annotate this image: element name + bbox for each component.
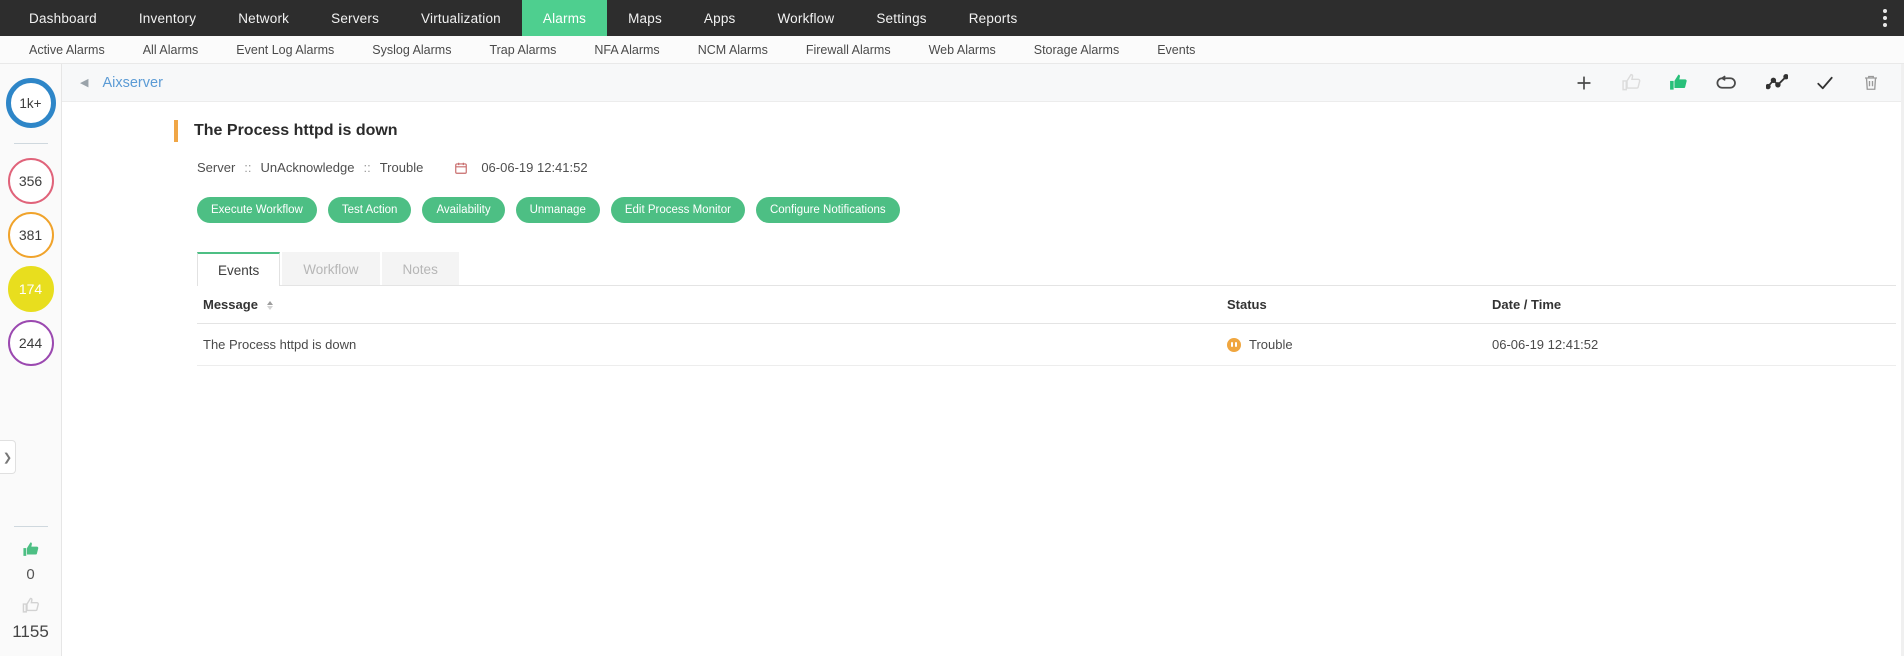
main-navigation-bar: Dashboard Inventory Network Servers Virtuali… [0,0,1904,36]
kebab-menu-icon[interactable] [1875,0,1895,36]
nav-item-maps[interactable]: Maps [607,0,683,36]
nav-item-inventory[interactable]: Inventory [118,0,217,36]
column-header-datetime[interactable]: Date / Time [1492,285,1896,324]
cell-status: Trouble [1227,323,1492,366]
subnav-item-events[interactable]: Events [1138,43,1214,57]
tab-notes[interactable]: Notes [381,252,459,285]
nav-item-network[interactable]: Network [217,0,310,36]
action-button-configure-notifications[interactable]: Configure Notifications [755,197,900,223]
action-button-edit-process-monitor[interactable]: Edit Process Monitor [610,197,745,223]
subnav-item-web-alarms[interactable]: Web Alarms [910,43,1015,57]
subnav-item-nfa-alarms[interactable]: NFA Alarms [575,43,678,57]
cell-message: The Process httpd is down [197,323,1227,366]
alarm-ack-state: UnAcknowledge [260,160,355,175]
sort-indicator-icon[interactable] [266,301,273,311]
check-icon[interactable] [1815,74,1835,92]
add-icon[interactable] [1574,73,1594,93]
subnav-item-syslog-alarms[interactable]: Syslog Alarms [353,43,470,57]
thumbs-up-outline-icon [21,597,40,619]
subnav-item-firewall-alarms[interactable]: Firewall Alarms [787,43,910,57]
line-chart-icon[interactable] [1766,73,1788,92]
breadcrumb-toolbar: ◀ Aixserver [62,64,1904,102]
severity-badge-2[interactable]: 381 [7,212,54,258]
application-root: Dashboard Inventory Network Servers Virtuali… [0,0,1904,656]
link-loop-icon[interactable] [1715,74,1739,92]
thumbs-up-icon [21,541,40,563]
detail-tab-strip: Events Workflow Notes [197,251,1904,286]
subnav-item-all-alarms[interactable]: All Alarms [124,43,218,57]
nav-item-workflow[interactable]: Workflow [756,0,855,36]
events-table-head: Message Status Date / Time [197,285,1896,324]
kebab-dot [1883,16,1887,20]
calendar-icon [454,161,468,175]
trouble-icon [1227,337,1241,352]
subnav-item-ncm-alarms[interactable]: NCM Alarms [679,43,787,57]
severity-badge-0[interactable]: 1k+ [5,78,56,128]
kebab-dot [1883,23,1887,27]
action-button-execute-workflow[interactable]: Execute Workflow [197,197,317,223]
sort-desc-arrow [266,306,273,311]
nav-item-servers[interactable]: Servers [310,0,400,36]
subnav-item-trap-alarms[interactable]: Trap Alarms [470,43,575,57]
severity-summary-rail: 1k+ 356 381 174 244 0 1155 [0,64,62,656]
events-table-wrapper: Message Status Date / Time The Process h… [197,285,1896,366]
tab-events[interactable]: Events [197,252,281,286]
nav-item-dashboard[interactable]: Dashboard [8,0,118,36]
rail-divider-bottom [13,526,48,527]
alarm-summary-panel: The Process httpd is down Server :: UnAc… [62,102,1904,366]
chevron-left-icon[interactable]: ◀ [80,76,88,89]
column-header-message[interactable]: Message [197,285,1227,324]
thumbs-up-outline-icon[interactable] [1621,73,1641,92]
unacknowledged-count-value: 1155 [12,622,49,641]
events-table-body: The Process httpd is down Trouble 06-06-19… [197,323,1896,366]
alarm-action-buttons: Execute Workflow Test Action Availability U… [197,197,1904,223]
severity-badge-1[interactable]: 356 [7,158,54,204]
alarms-subnavigation-bar: Active Alarms All Alarms Event Log Alarms S… [0,36,1904,64]
nav-item-apps[interactable]: Apps [683,0,757,36]
tab-workflow[interactable]: Workflow [282,252,380,285]
subnav-item-active-alarms[interactable]: Active Alarms [10,43,124,57]
alarm-category: Server [197,160,236,175]
alarm-severity: Trouble [379,160,424,175]
table-header-row: Message Status Date / Time [197,285,1896,324]
nav-item-virtualization[interactable]: Virtualization [400,0,522,36]
nav-item-settings[interactable]: Settings [855,0,947,36]
acknowledged-count-value: 0 [26,566,35,583]
nav-item-alarms[interactable]: Alarms [521,0,608,36]
chevron-right-icon[interactable]: ❯ [0,440,16,474]
meta-separator: :: [363,160,371,175]
events-table: Message Status Date / Time The Process h… [197,285,1896,366]
action-button-availability[interactable]: Availability [422,197,505,223]
table-row[interactable]: The Process httpd is down Trouble 06-06-19… [197,323,1896,366]
status-label: Trouble [1249,337,1293,352]
thumbs-up-filled-icon[interactable] [1668,73,1688,92]
unacknowledged-count-stat[interactable]: 1155 [12,597,49,642]
severity-badge-4[interactable]: 244 [7,320,54,366]
breadcrumb-device-name[interactable]: Aixserver [102,75,162,91]
subnav-item-storage-alarms[interactable]: Storage Alarms [1015,43,1138,57]
subnav-item-event-log-alarms[interactable]: Event Log Alarms [217,43,353,57]
action-button-unmanage[interactable]: Unmanage [515,197,600,223]
kebab-dot [1883,9,1887,13]
sort-asc-arrow [266,301,273,306]
rail-divider-top [13,143,48,144]
meta-separator: :: [244,160,252,175]
column-header-message-label: Message [203,297,258,312]
nav-item-reports[interactable]: Reports [948,0,1039,36]
trash-icon[interactable] [1862,73,1880,92]
alarm-meta-row: Server :: UnAcknowledge :: Trouble 06-06… [197,160,1904,175]
alarm-detail-content: ◀ Aixserver The Process httpd is down Se… [62,64,1904,656]
action-button-test-action[interactable]: Test Action [327,197,412,223]
alarm-title: The Process httpd is down [174,120,1904,142]
acknowledged-count-stat[interactable]: 0 [21,541,40,583]
severity-badge-3[interactable]: 174 [7,266,54,312]
cell-datetime: 06-06-19 12:41:52 [1492,323,1896,366]
alarm-timestamp: 06-06-19 12:41:52 [481,160,588,175]
column-header-status[interactable]: Status [1227,285,1492,324]
alarm-action-toolbar [1574,73,1894,93]
